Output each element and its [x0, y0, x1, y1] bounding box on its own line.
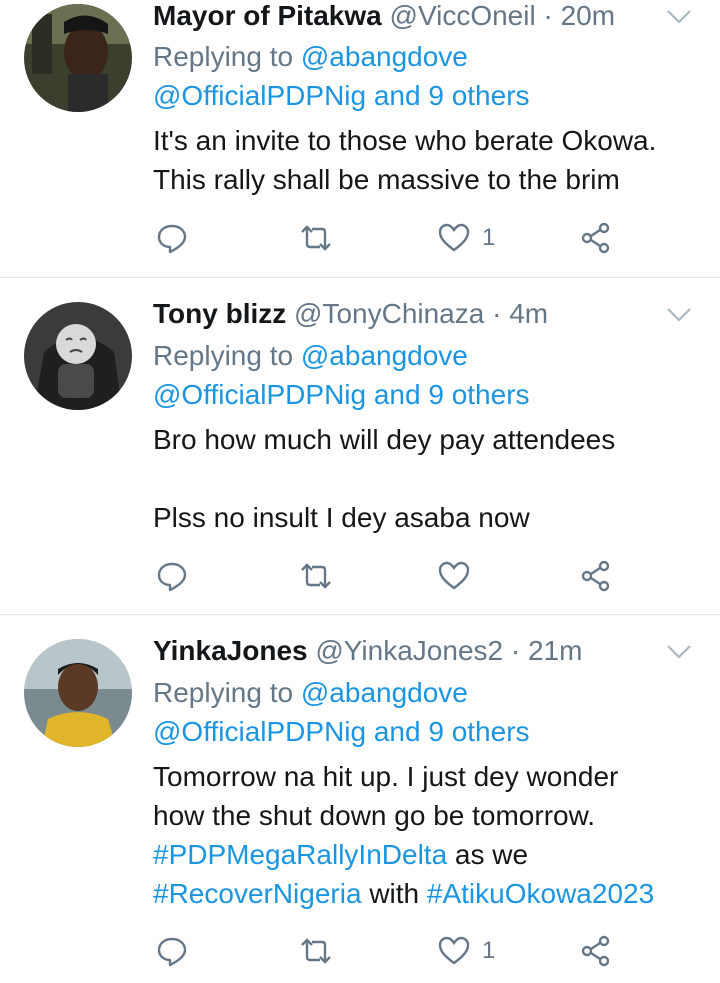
- like-icon: [438, 936, 470, 965]
- reply-icon: [157, 224, 187, 254]
- user-handle[interactable]: @YinkaJones2: [315, 635, 503, 666]
- reply-button[interactable]: [156, 218, 188, 258]
- reply-button[interactable]: [156, 556, 188, 596]
- replying-to-label: Replying to: [153, 677, 294, 708]
- tweet-text-line: Tomorrow na hit up. I just dey wonder: [153, 761, 619, 792]
- reply-button[interactable]: [156, 931, 188, 971]
- like-count: 1: [482, 224, 496, 251]
- tweet-text-fragment: as we: [447, 839, 529, 870]
- reply-icon: [157, 937, 187, 967]
- avatar[interactable]: [24, 639, 132, 747]
- like-count: 1: [482, 937, 496, 964]
- avatar[interactable]: [24, 302, 132, 410]
- tweet-text-line: #RecoverNigeria with #AtikuOkowa2023: [153, 876, 654, 912]
- hashtag-link[interactable]: #PDPMegaRallyInDelta: [153, 839, 447, 870]
- display-name[interactable]: Tony blizz: [153, 298, 286, 329]
- retweet-icon: [301, 225, 331, 251]
- like-icon: [438, 561, 470, 590]
- more-options-button[interactable]: [666, 8, 692, 26]
- mention-link[interactable]: @abangdove: [301, 677, 468, 708]
- chevron-down-icon: [667, 308, 691, 322]
- replying-to-others-link[interactable]: @OfficialPDPNig and 9 others: [153, 377, 530, 413]
- hashtag-link[interactable]: #AtikuOkowa2023: [427, 878, 654, 909]
- tweet-text-line: Bro how much will dey pay attendees: [153, 424, 616, 455]
- share-button[interactable]: [580, 931, 612, 971]
- timestamp[interactable]: · 4m: [492, 298, 548, 329]
- share-button[interactable]: [580, 218, 612, 258]
- user-handle[interactable]: @ViccOneil: [390, 0, 536, 31]
- timestamp[interactable]: · 21m: [511, 635, 583, 666]
- timestamp[interactable]: · 20m: [543, 0, 615, 31]
- hashtag-link[interactable]: #RecoverNigeria: [153, 878, 362, 909]
- avatar-image: [24, 639, 132, 747]
- tweet-3[interactable]: YinkaJones @YinkaJones2 · 21m Replying t…: [0, 615, 720, 983]
- replying-to-others-link[interactable]: @OfficialPDPNig and 9 others: [153, 78, 530, 114]
- replying-to-label: Replying to: [153, 41, 294, 72]
- replying-to-label: Replying to: [153, 340, 294, 371]
- mention-link[interactable]: @abangdove: [301, 340, 468, 371]
- avatar-image: [24, 302, 132, 410]
- retweet-icon: [301, 563, 331, 589]
- share-icon: [581, 935, 610, 967]
- replying-to-others-link[interactable]: @OfficialPDPNig and 9 others: [153, 714, 530, 750]
- chevron-down-icon: [667, 645, 691, 659]
- like-button[interactable]: 1: [438, 931, 495, 971]
- display-name[interactable]: YinkaJones: [153, 635, 308, 666]
- more-options-button[interactable]: [666, 306, 692, 324]
- tweet-text-line: #PDPMegaRallyInDelta as we: [153, 837, 528, 873]
- display-name[interactable]: Mayor of Pitakwa: [153, 0, 382, 31]
- share-button[interactable]: [580, 556, 612, 596]
- tweet-text-line: This rally shall be massive to the brim: [153, 164, 620, 195]
- tweet-text-line: how the shut down go be tomorrow.: [153, 800, 596, 831]
- chevron-down-icon: [667, 10, 691, 24]
- share-icon: [581, 222, 610, 254]
- like-button[interactable]: 1: [438, 218, 495, 258]
- tweet-1[interactable]: Mayor of Pitakwa @ViccOneil · 20m Replyi…: [0, 0, 720, 277]
- retweet-button[interactable]: [298, 931, 334, 971]
- user-handle[interactable]: @TonyChinaza: [294, 298, 484, 329]
- avatar[interactable]: [24, 4, 132, 112]
- share-icon: [581, 560, 610, 592]
- tweet-text-line: It's an invite to those who berate Okowa…: [153, 125, 657, 156]
- like-icon: [438, 223, 470, 252]
- tweet-text-fragment: with: [361, 878, 427, 909]
- mention-link[interactable]: @abangdove: [301, 41, 468, 72]
- retweet-button[interactable]: [298, 218, 334, 258]
- like-button[interactable]: [438, 556, 482, 596]
- tweet-2[interactable]: Tony blizz @TonyChinaza · 4m Replying to…: [0, 278, 720, 614]
- avatar-image: [24, 4, 132, 112]
- retweet-button[interactable]: [298, 556, 334, 596]
- more-options-button[interactable]: [666, 643, 692, 661]
- retweet-icon: [301, 938, 331, 964]
- reply-icon: [157, 562, 187, 592]
- tweet-text-line: Plss no insult I dey asaba now: [153, 502, 530, 533]
